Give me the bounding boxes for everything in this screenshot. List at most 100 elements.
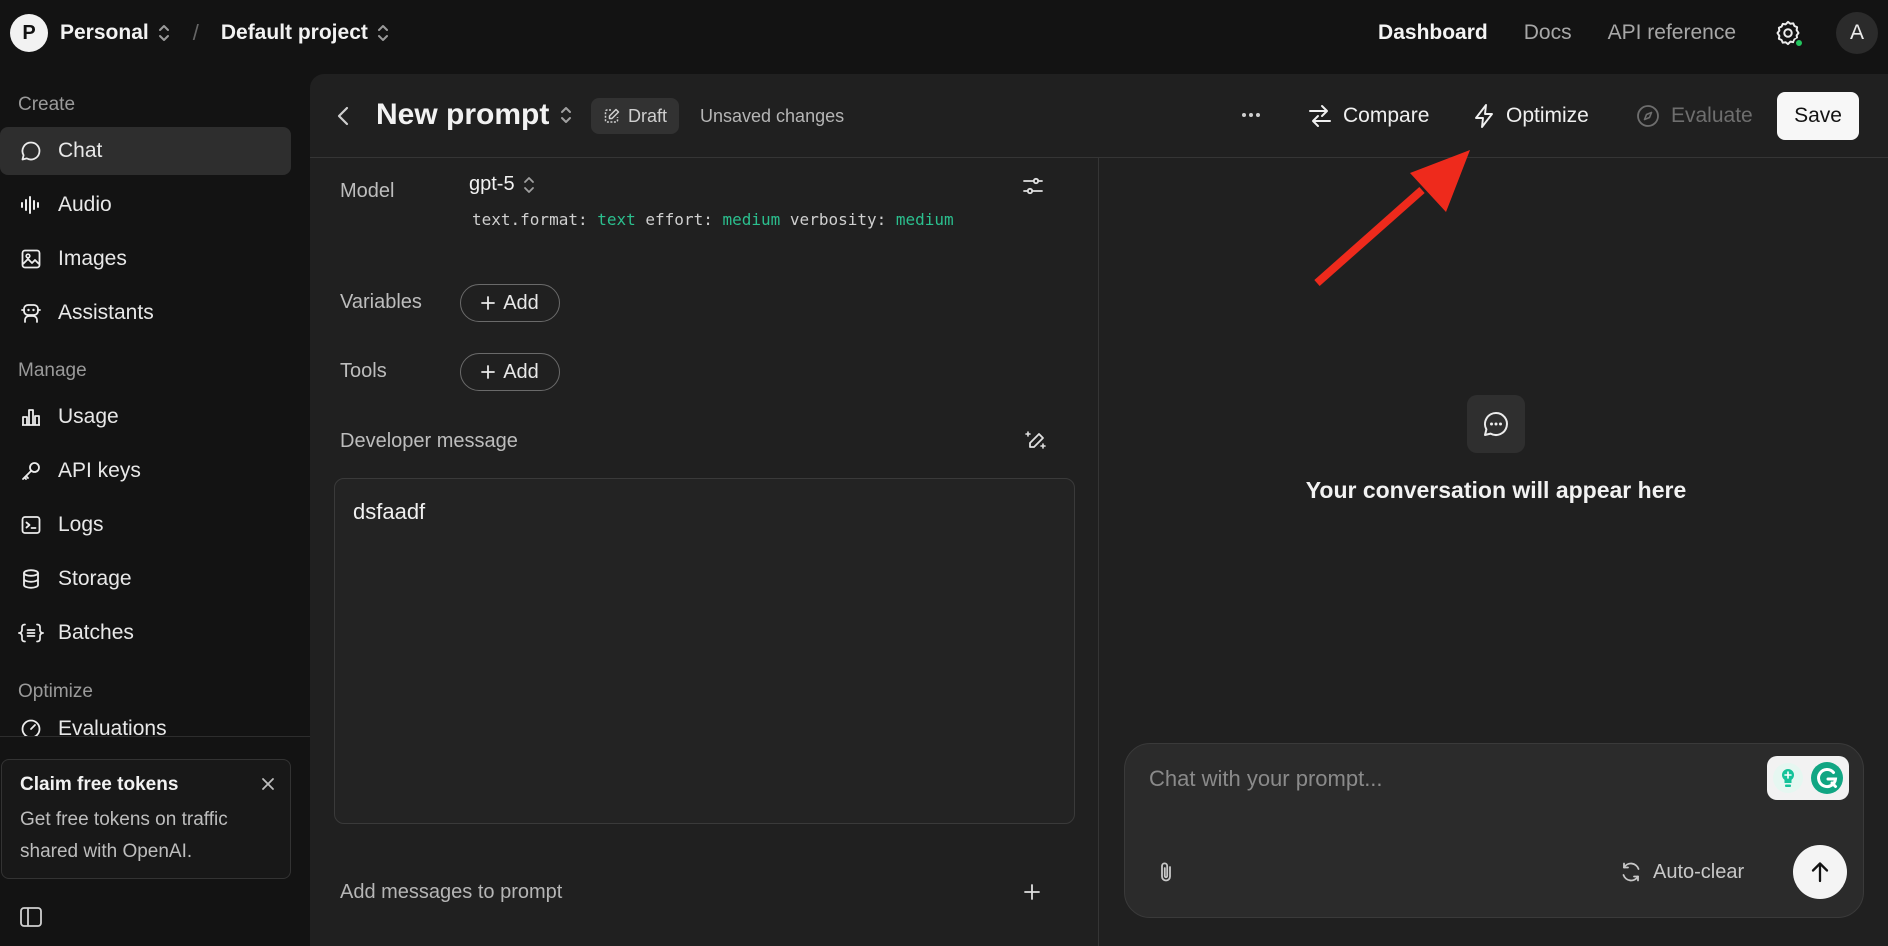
org-avatar[interactable]: P xyxy=(10,14,48,52)
prompt-header: New prompt Draft Unsaved changes Compare xyxy=(310,74,1888,158)
prompt-title-text: New prompt xyxy=(376,98,550,131)
model-select[interactable]: gpt-5 xyxy=(469,173,535,196)
evaluate-button[interactable]: Evaluate xyxy=(1635,96,1753,136)
refresh-icon xyxy=(1619,860,1643,884)
tools-label: Tools xyxy=(340,360,387,382)
sidebar-item-storage[interactable]: Storage xyxy=(0,555,291,603)
chat-bubble-icon xyxy=(18,138,44,164)
save-button[interactable]: Save xyxy=(1777,92,1859,140)
waveform-icon xyxy=(18,192,44,218)
image-icon xyxy=(18,246,44,272)
org-name: Personal xyxy=(60,21,149,44)
section-manage: Manage xyxy=(18,360,87,381)
chat-input[interactable] xyxy=(1149,766,1749,792)
magic-edit-icon[interactable] xyxy=(1024,429,1048,453)
sidebar-item-images[interactable]: Images xyxy=(0,235,291,283)
terminal-icon xyxy=(18,512,44,538)
model-value: gpt-5 xyxy=(469,173,515,195)
chevron-updown-icon xyxy=(157,23,171,43)
grammarly-logo-icon xyxy=(1809,760,1845,796)
sidebar-item-label: Evaluations xyxy=(58,717,167,736)
sidebar-item-chat[interactable]: Chat xyxy=(0,127,291,175)
paperclip-icon[interactable] xyxy=(1155,860,1177,886)
param-key: verbosity: xyxy=(789,210,887,229)
add-variable-button[interactable]: Add xyxy=(460,284,560,322)
promo-card: Claim free tokens Get free tokens on tra… xyxy=(1,759,291,879)
user-avatar[interactable]: A xyxy=(1836,12,1878,54)
nav-docs[interactable]: Docs xyxy=(1524,21,1572,45)
compare-arrows-icon xyxy=(1307,103,1333,129)
settings-button[interactable] xyxy=(1774,19,1804,48)
more-options-icon[interactable] xyxy=(1240,104,1262,126)
promo-text: Get free tokens on traffic shared with O… xyxy=(20,809,228,862)
chat-placeholder-icon-box xyxy=(1467,395,1525,453)
section-create: Create xyxy=(18,94,76,115)
add-messages-label[interactable]: Add messages to prompt xyxy=(340,881,562,904)
send-button[interactable] xyxy=(1793,845,1847,899)
developer-message-editor[interactable]: dsfaadf xyxy=(334,478,1075,824)
chat-composer: Auto-clear xyxy=(1124,743,1864,918)
arrow-up-icon xyxy=(1809,860,1831,884)
sidebar: Create Chat Audio Images Assistants Mana… xyxy=(0,66,310,946)
robot-icon xyxy=(18,300,44,326)
optimize-button[interactable]: Optimize xyxy=(1472,96,1589,136)
compare-button[interactable]: Compare xyxy=(1307,96,1429,136)
grammarly-widget[interactable] xyxy=(1767,756,1849,800)
project-name: Default project xyxy=(220,21,368,44)
braces-icon xyxy=(18,620,44,646)
compare-label: Compare xyxy=(1343,104,1430,127)
sidebar-item-label: Logs xyxy=(58,513,104,536)
add-tool-button[interactable]: Add xyxy=(460,353,560,391)
developer-message-label: Developer message xyxy=(340,430,518,452)
chat-dots-icon xyxy=(1481,409,1511,439)
sidebar-item-batches[interactable]: Batches xyxy=(0,609,291,657)
prompt-title[interactable]: New prompt xyxy=(376,98,573,132)
param-key: text.format: xyxy=(472,210,588,229)
lightbulb-icon xyxy=(1771,761,1805,795)
param-value: text xyxy=(597,210,636,229)
sliders-icon[interactable] xyxy=(1021,174,1045,198)
top-bar: P Personal / Default project Dashboard D… xyxy=(0,0,1888,66)
optimize-label: Optimize xyxy=(1506,104,1589,127)
param-value: medium xyxy=(895,210,954,229)
sidebar-item-label: Usage xyxy=(58,405,119,428)
key-icon xyxy=(18,458,44,484)
draft-badge-label: Draft xyxy=(628,105,668,126)
nav-dashboard[interactable]: Dashboard xyxy=(1378,21,1488,45)
add-label: Add xyxy=(503,291,539,314)
compass-icon xyxy=(1635,103,1661,129)
plus-icon[interactable] xyxy=(1024,884,1040,900)
sidebar-item-logs[interactable]: Logs xyxy=(0,501,291,549)
variables-label: Variables xyxy=(340,291,422,313)
sidebar-item-label: Images xyxy=(58,247,127,270)
chevron-left-icon[interactable] xyxy=(334,104,354,128)
draft-badge: Draft xyxy=(591,98,680,134)
sidebar-item-label: API keys xyxy=(58,459,141,482)
edit-note-icon xyxy=(603,107,621,125)
sidebar-item-label: Storage xyxy=(58,567,132,590)
annotation-arrow-icon xyxy=(1314,150,1470,286)
org-switcher[interactable]: Personal xyxy=(60,21,171,45)
auto-clear-toggle[interactable]: Auto-clear xyxy=(1619,860,1744,884)
auto-clear-label: Auto-clear xyxy=(1653,860,1745,883)
chevron-updown-icon xyxy=(523,175,535,195)
sidebar-item-evaluations[interactable]: Evaluations xyxy=(0,710,300,736)
sidebar-item-usage[interactable]: Usage xyxy=(0,393,291,441)
sidebar-toggle-icon[interactable] xyxy=(18,904,44,930)
empty-conversation-text: Your conversation will appear here xyxy=(1305,477,1687,503)
sidebar-item-api-keys[interactable]: API keys xyxy=(0,447,291,495)
sidebar-divider xyxy=(0,736,310,737)
add-label: Add xyxy=(503,360,539,383)
section-optimize: Optimize xyxy=(18,681,93,702)
plus-icon xyxy=(481,296,496,310)
model-params: text.format: text effort: medium verbosi… xyxy=(472,210,954,229)
lightning-icon xyxy=(1472,103,1496,129)
gauge-icon xyxy=(18,716,44,736)
nav-api-reference[interactable]: API reference xyxy=(1608,21,1736,45)
sidebar-item-audio[interactable]: Audio xyxy=(0,181,291,229)
project-switcher[interactable]: Default project xyxy=(221,21,390,45)
sidebar-item-label: Audio xyxy=(58,193,112,216)
close-icon[interactable] xyxy=(260,776,276,792)
developer-message-text: dsfaadf xyxy=(353,499,426,524)
sidebar-item-assistants[interactable]: Assistants xyxy=(0,289,291,337)
